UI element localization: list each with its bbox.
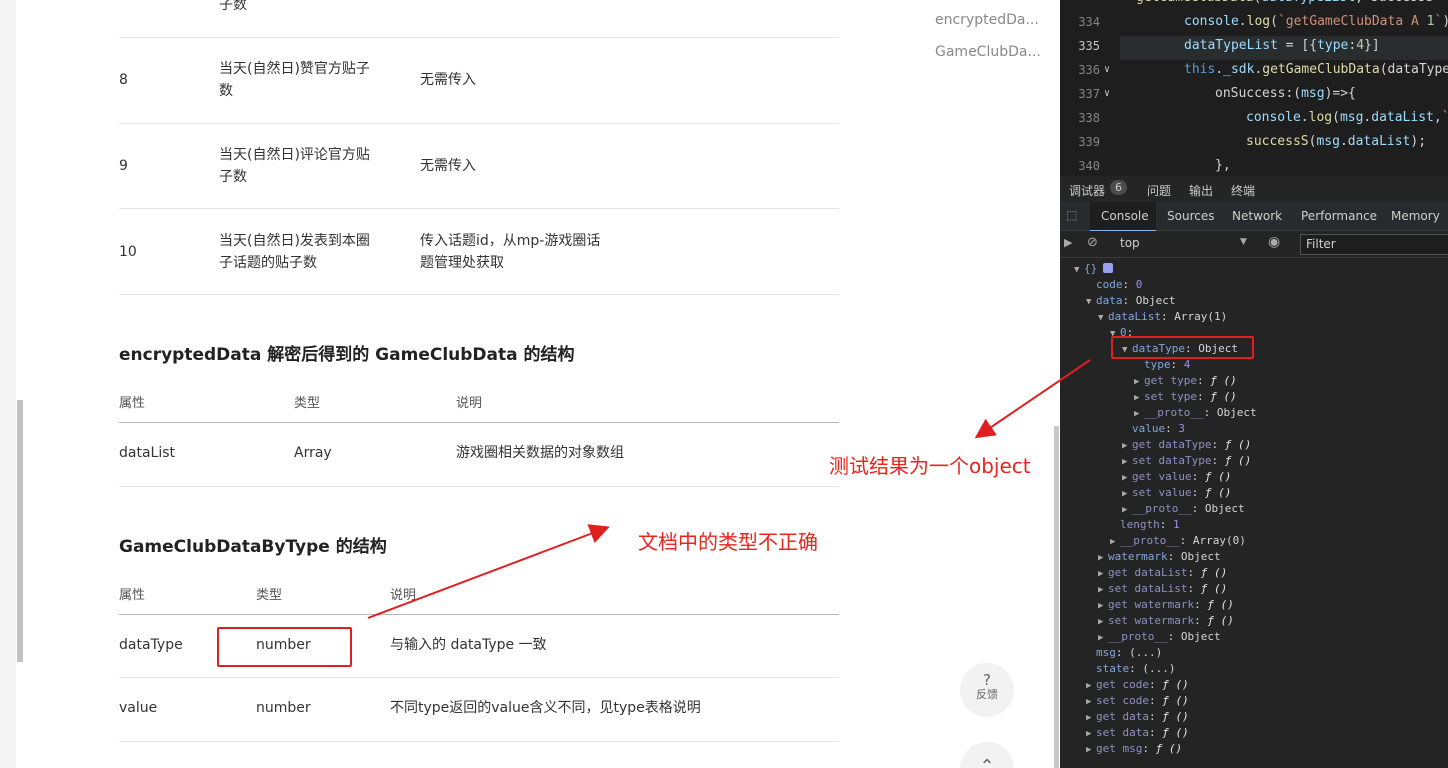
arrow-to-doc-annotation xyxy=(367,524,610,619)
annotation-arrows xyxy=(367,359,1091,619)
arrow-to-result-annotation xyxy=(974,359,1091,439)
